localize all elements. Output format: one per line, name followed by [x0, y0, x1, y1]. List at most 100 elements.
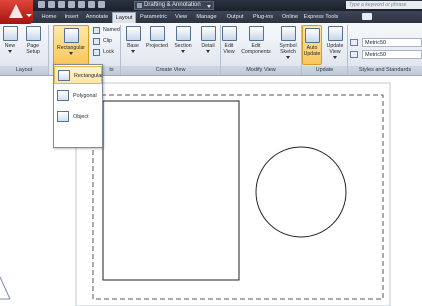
open-file-icon[interactable]: [48, 1, 55, 8]
application-menu-button[interactable]: [0, 0, 33, 24]
update-view-icon: [327, 26, 343, 41]
base-view-icon: [125, 26, 141, 41]
ribbon-tab-bar: Home Insert Annotate Layout Parametric V…: [0, 11, 422, 23]
workspace-name: Drafting & Annotation: [144, 2, 201, 8]
panel-title-layout: Layout: [0, 66, 48, 75]
ribbon-toggle-icon[interactable]: [362, 13, 372, 20]
base-view-button[interactable]: Base: [124, 26, 142, 53]
chevron-down-icon: [26, 14, 32, 17]
edit-components-icon: [248, 26, 264, 41]
auto-update-label: Auto Update: [303, 45, 321, 57]
new-layout-label: New: [4, 43, 16, 49]
rectangular-viewport-icon: [63, 28, 79, 43]
save-icon[interactable]: [58, 1, 65, 8]
section-view-button[interactable]: Section: [172, 26, 194, 53]
tab-insert[interactable]: Insert: [61, 12, 82, 23]
panel-title-modify-view: Modify View: [221, 66, 301, 75]
chevron-down-icon: [286, 56, 290, 59]
rectangular-viewport-button[interactable]: Rectangular: [53, 25, 89, 65]
page-setup-button[interactable]: Page Setup: [20, 26, 46, 55]
named-viewport-icon: [93, 27, 100, 34]
auto-update-icon: [304, 28, 320, 43]
clip-button[interactable]: Clip: [93, 37, 112, 46]
page-setup-label: Page Setup: [26, 43, 40, 55]
plot-icon[interactable]: [78, 1, 85, 8]
update-view-button[interactable]: Update View: [324, 26, 346, 59]
new-layout-button[interactable]: New: [2, 26, 18, 53]
menu-item-rectangular[interactable]: Rectangular: [54, 66, 104, 84]
menu-item-object[interactable]: Object: [54, 108, 102, 126]
title-bar: Drafting & Annotation Type a keyword or …: [0, 0, 422, 11]
save-as-icon[interactable]: [68, 1, 75, 8]
clip-icon: [93, 38, 100, 45]
chevron-down-icon: [207, 5, 211, 8]
symbol-sketch-icon: [280, 26, 296, 41]
symbol-sketch-button[interactable]: Symbol Sketch: [277, 26, 299, 59]
workspace-gear-icon: [137, 3, 142, 8]
projected-label: Projected: [146, 43, 168, 49]
detail-label: Detail: [201, 43, 215, 49]
tab-home[interactable]: Home: [37, 12, 61, 23]
menu-item-label: Object: [73, 114, 89, 120]
tab-online[interactable]: Online: [278, 12, 302, 23]
edit-components-label: Edit Components: [241, 43, 271, 55]
tab-view[interactable]: View: [170, 12, 192, 23]
style-icon: [350, 39, 358, 46]
named-label: Named: [103, 27, 120, 33]
panel-title-styles: Styles and Standards: [348, 66, 422, 75]
named-viewport-button[interactable]: Named: [93, 26, 120, 35]
panel-title-update: Update: [302, 66, 347, 75]
projected-view-button[interactable]: Projected: [143, 26, 171, 49]
menu-item-polygonal[interactable]: Polygonal: [54, 87, 102, 105]
panel-title-viewports: ts: [103, 66, 120, 75]
chevron-down-icon: [181, 50, 185, 53]
chevron-down-icon: [131, 50, 135, 53]
style-1-value: Metric50: [362, 38, 422, 47]
tab-output[interactable]: Output: [222, 12, 248, 23]
polygonal-viewport-icon: [57, 90, 69, 101]
symbol-sketch-label: Symbol Sketch: [279, 43, 297, 55]
edit-view-button[interactable]: Edit View: [222, 26, 237, 55]
tab-express-tools[interactable]: Express Tools: [303, 12, 339, 23]
tab-annotate[interactable]: Annotate: [82, 12, 112, 23]
chevron-down-icon: [206, 50, 210, 53]
undo-icon[interactable]: [88, 1, 95, 8]
rectangular-viewport-icon: [58, 70, 70, 81]
update-view-label: Update View: [326, 43, 344, 55]
style-icon: [350, 51, 358, 58]
detail-view-button[interactable]: Detail: [198, 26, 218, 53]
menu-item-label: Polygonal: [73, 93, 97, 99]
paper-sheet: [75, 82, 391, 306]
autocad-window: Drafting & Annotation Type a keyword or …: [0, 0, 422, 306]
workspace-dropdown[interactable]: Drafting & Annotation: [134, 1, 214, 10]
page-setup-icon: [25, 26, 41, 41]
rectangular-viewport-label: Rectangular: [57, 45, 85, 51]
auto-update-button[interactable]: Auto Update: [302, 25, 322, 65]
section-label: Section: [174, 43, 192, 49]
autocad-logo-icon: [9, 4, 23, 18]
projected-view-icon: [149, 26, 165, 41]
tab-parametric[interactable]: Parametric: [137, 12, 170, 23]
menu-item-label: Rectangular: [74, 73, 104, 79]
tab-manage[interactable]: Manage: [192, 12, 221, 23]
tab-layout[interactable]: Layout: [112, 12, 136, 23]
base-label: Base: [127, 43, 139, 49]
section-view-icon: [175, 26, 191, 41]
lock-label: Lock: [103, 49, 114, 55]
edit-components-button[interactable]: Edit Components: [238, 26, 274, 55]
edit-view-icon: [222, 26, 237, 41]
tab-plug-ins[interactable]: Plug-ins: [249, 12, 277, 23]
redo-icon[interactable]: [98, 1, 105, 8]
chevron-down-icon: [69, 52, 73, 55]
detail-view-icon: [200, 26, 216, 41]
style-2-value: Metric50: [362, 50, 422, 59]
lock-button[interactable]: Lock: [93, 48, 114, 57]
search-input[interactable]: Type a keyword or phrase: [346, 1, 422, 9]
object-viewport-icon: [57, 111, 69, 122]
lock-icon: [93, 49, 100, 56]
viewport-type-menu: Rectangular Polygonal Object: [53, 64, 103, 148]
chevron-down-icon: [333, 56, 337, 59]
new-layout-icon: [2, 26, 18, 41]
panel-title-create-view: Create View: [121, 66, 220, 75]
new-file-icon[interactable]: [38, 1, 45, 8]
